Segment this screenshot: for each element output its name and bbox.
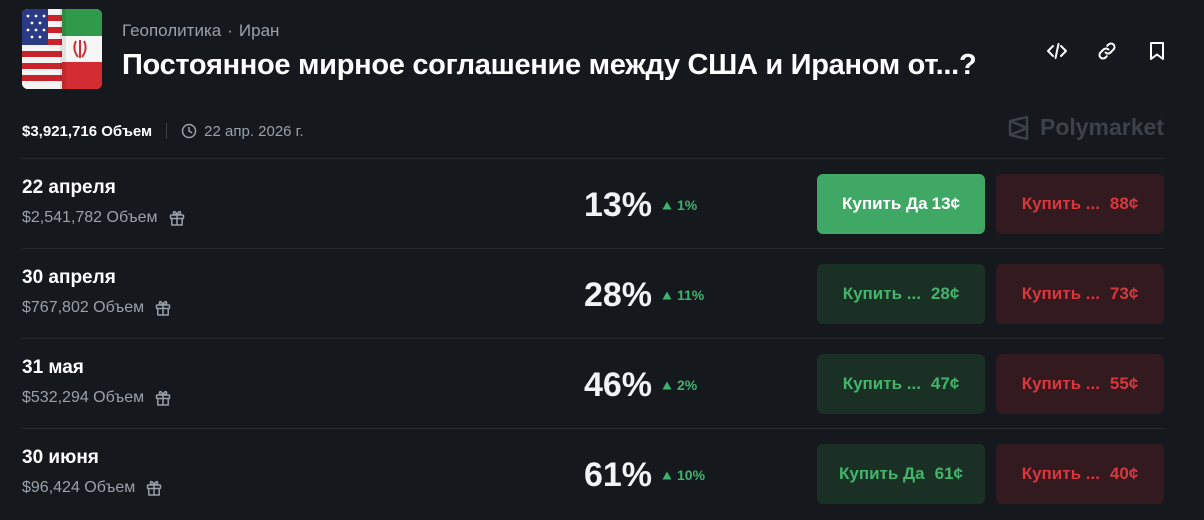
buy-yes-label: Купить Да [839,464,925,483]
market-thumbnail [22,9,102,89]
outcome-change: 10% [662,467,705,483]
link-icon [1098,42,1116,60]
buy-yes-button[interactable]: Купить Да 13¢ [817,174,985,234]
outcome-volume-text: $2,541,782 Объем [22,209,158,226]
buy-no-button[interactable]: Купить ... 73¢ [996,264,1164,324]
breadcrumb: Геополитика · Иран [122,21,279,41]
outcome-volume-text: $767,802 Объем [22,299,145,316]
buy-no-button[interactable]: Купить ... 88¢ [996,174,1164,234]
outcome-change-value: 1% [677,197,698,213]
outcome-change: 2% [662,377,697,393]
total-volume: $3,921,716 Объем [22,122,153,140]
buy-yes-button[interactable]: Купить ... 47¢ [817,354,985,414]
buy-yes-button[interactable]: Купить Да 61¢ [817,444,985,504]
gift-icon[interactable] [154,389,172,407]
outcome-date: 30 апреля [22,267,116,288]
outcome-date: 31 мая [22,357,84,378]
outcome-volume: $96,424 Объем [22,479,163,497]
buy-yes-label: Купить Да [842,194,928,213]
end-date-text: 22 апр. 2026 г. [204,122,304,140]
gift-icon[interactable] [154,299,172,317]
buy-no-button[interactable]: Купить ... 55¢ [996,354,1164,414]
outcome-change-value: 2% [677,377,698,393]
outcome-volume: $767,802 Объем [22,299,172,317]
outcome-row: 30 апреля $767,802 Объем 28% 11% Купить … [22,248,1164,339]
market-title: Постоянное мирное соглашение между США и… [122,49,977,81]
header-actions [1032,37,1182,65]
copy-link-button[interactable] [1082,37,1132,65]
outcome-volume-text: $532,294 Объем [22,389,145,406]
triangle-up-icon [662,291,672,299]
gift-icon[interactable] [168,209,186,227]
breadcrumb-category[interactable]: Геополитика [122,21,221,40]
polymarket-logo: Polymarket [1006,114,1164,141]
buy-no-price: 55¢ [1109,374,1139,393]
buy-yes-price: 13¢ [931,194,960,213]
outcome-change: 11% [662,287,704,303]
outcome-change-value: 11% [677,287,705,303]
outcome-row: 22 апреля $2,541,782 Объем 13% 1% Купить… [22,158,1164,249]
breadcrumb-tag[interactable]: Иран [239,21,280,40]
embed-code-button[interactable] [1032,37,1082,65]
outcome-volume: $2,541,782 Объем [22,209,186,227]
outcome-volume-text: $96,424 Объем [22,479,136,496]
polymarket-logo-icon [1008,115,1029,140]
buy-yes-price: 28¢ [930,284,960,303]
triangle-up-icon [662,471,672,479]
outcome-probability: 46% [583,366,652,404]
buy-yes-label: Купить ... [842,284,921,303]
outcome-probability: 28% [583,276,652,314]
outcome-date: 30 июня [22,447,99,468]
buy-no-label: Купить ... [1021,194,1100,213]
outcome-change: 1% [662,197,697,213]
buy-no-price: 40¢ [1109,464,1139,483]
triangle-up-icon [662,201,672,209]
outcome-volume: $532,294 Объем [22,389,172,407]
outcome-row: 30 июня $96,424 Объем 61% 10% Купить Да 6… [22,428,1164,519]
clock-icon [181,123,197,139]
buy-no-button[interactable]: Купить ... 40¢ [996,444,1164,504]
outcome-probability: 61% [583,456,652,494]
buy-no-price: 73¢ [1109,284,1139,303]
buy-no-label: Купить ... [1021,284,1100,303]
buy-no-label: Купить ... [1021,464,1100,483]
outcome-row: 31 мая $532,294 Объем 46% 2% Купить ... 4… [22,338,1164,429]
meta-divider [166,123,168,139]
outcome-probability: 13% [583,186,652,224]
breadcrumb-separator: · [227,21,233,40]
gift-icon[interactable] [145,479,163,497]
market-meta: $3,921,716 Объем 22 апр. 2026 г. [22,120,304,142]
buy-yes-price: 47¢ [930,374,960,393]
embed-code-icon [1047,43,1067,59]
outcome-date: 22 апреля [22,177,116,198]
buy-no-label: Купить ... [1021,374,1100,393]
end-date: 22 апр. 2026 г. [181,122,304,140]
market-header: Геополитика · Иран Постоянное мирное согла… [22,9,1182,89]
bookmark-icon [1150,42,1164,60]
outcome-change-value: 10% [677,467,706,483]
buy-yes-price: 61¢ [934,464,963,483]
buy-yes-button[interactable]: Купить ... 28¢ [817,264,985,324]
buy-yes-label: Купить ... [842,374,921,393]
bookmark-button[interactable] [1132,37,1182,65]
triangle-up-icon [662,381,672,389]
us-iran-flags-image [22,9,102,89]
buy-no-price: 88¢ [1109,194,1139,213]
brand-name: Polymarket [1039,114,1164,140]
